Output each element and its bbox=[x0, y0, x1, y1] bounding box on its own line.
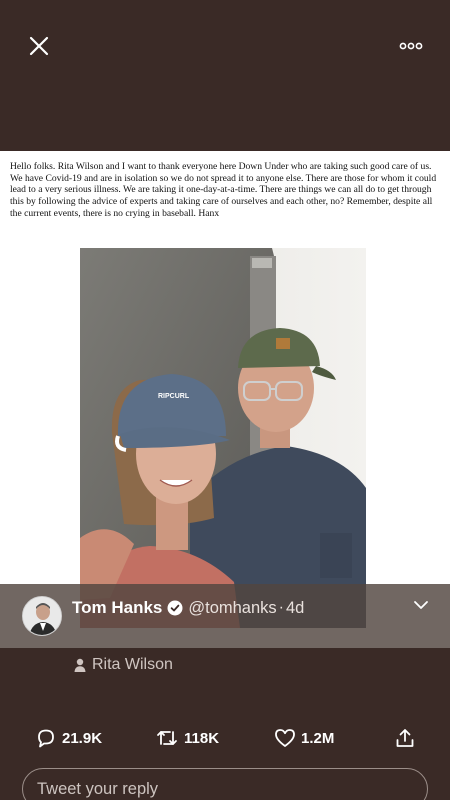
selfie-photo: RIPCURL bbox=[80, 248, 366, 628]
retweet-icon bbox=[157, 731, 177, 745]
chevron-down-icon bbox=[414, 601, 428, 609]
author-row: Tom Hanks @tomhanks · 4d bbox=[72, 596, 304, 620]
reply-count: 21.9K bbox=[62, 729, 103, 747]
verified-icon bbox=[167, 600, 183, 616]
close-icon bbox=[29, 36, 49, 56]
heart-icon bbox=[275, 729, 295, 747]
tweet-menu-button[interactable] bbox=[412, 596, 430, 614]
author-name[interactable]: Tom Hanks bbox=[72, 598, 162, 618]
tweet-author-bar: Tom Hanks @tomhanks · 4d bbox=[0, 584, 450, 648]
top-bar bbox=[0, 0, 450, 150]
reply-placeholder: Tweet your reply bbox=[37, 779, 159, 798]
share-icon bbox=[396, 729, 414, 747]
tagged-people[interactable]: Rita Wilson bbox=[74, 654, 173, 676]
share-button[interactable] bbox=[394, 725, 416, 751]
like-button[interactable]: 1.2M bbox=[274, 725, 334, 751]
like-count: 1.2M bbox=[301, 729, 335, 747]
reply-input[interactable]: Tweet your reply bbox=[22, 768, 428, 800]
note-text: Hello folks. Rita Wilson and I want to t… bbox=[10, 161, 437, 219]
tagged-user-name: Rita Wilson bbox=[92, 656, 173, 673]
more-horizontal-icon bbox=[399, 42, 423, 50]
more-options-button[interactable] bbox=[398, 36, 424, 56]
person-icon bbox=[74, 658, 86, 672]
tweet-timestamp: 4d bbox=[286, 598, 305, 617]
avatar[interactable] bbox=[22, 596, 62, 636]
tweet-media-image[interactable]: Hello folks. Rita Wilson and I want to t… bbox=[0, 151, 450, 648]
reply-button[interactable]: 21.9K bbox=[35, 725, 102, 751]
reply-icon bbox=[38, 729, 54, 748]
retweet-button[interactable]: 118K bbox=[155, 725, 219, 751]
author-handle[interactable]: @tomhanks bbox=[188, 599, 276, 618]
separator-dot: · bbox=[278, 599, 284, 616]
retweet-count: 118K bbox=[184, 729, 220, 747]
cap-logo-text: RIPCURL bbox=[158, 393, 190, 400]
close-button[interactable] bbox=[26, 33, 52, 59]
action-bar: 21.9K 118K 1.2M bbox=[0, 725, 450, 751]
